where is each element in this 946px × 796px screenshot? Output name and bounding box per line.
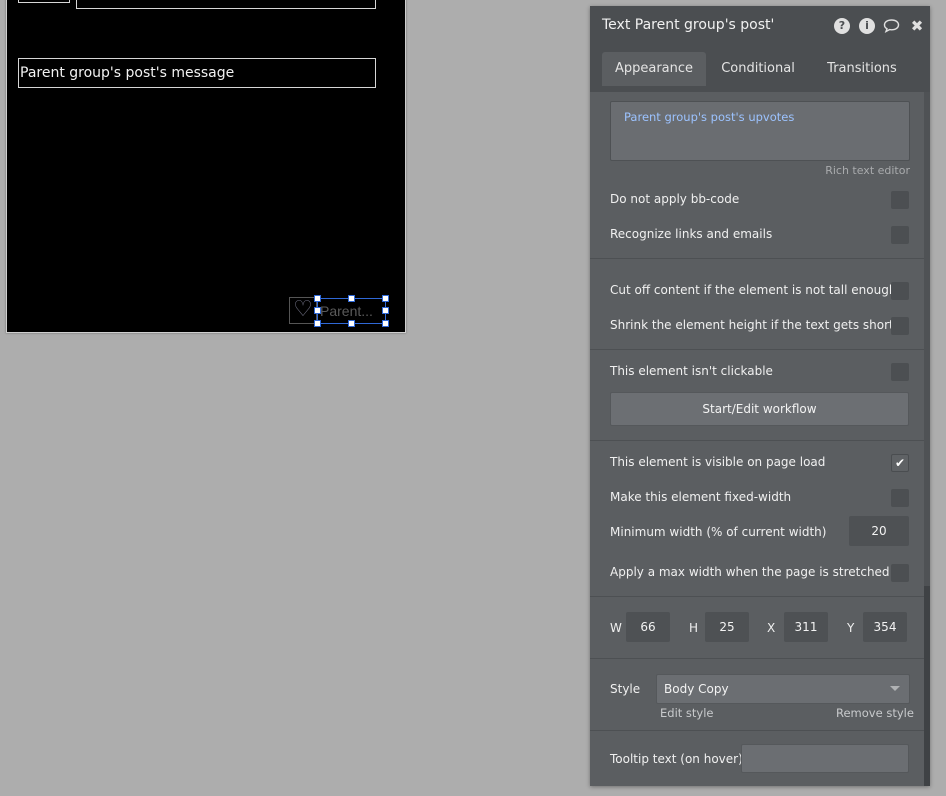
resize-handle-bottom[interactable] bbox=[348, 320, 355, 327]
section-divider bbox=[590, 596, 924, 597]
panel-header[interactable]: Text Parent group's post' ? i ✖ bbox=[590, 6, 930, 46]
resize-handle-bottom-left[interactable] bbox=[314, 320, 321, 327]
checkbox-recognize-links[interactable] bbox=[891, 226, 909, 244]
y-input[interactable]: 354 bbox=[863, 612, 907, 642]
style-label: Style bbox=[610, 682, 641, 696]
tab-appearance[interactable]: Appearance bbox=[602, 52, 706, 86]
heart-icon[interactable]: ♡ bbox=[289, 297, 317, 324]
x-label: X bbox=[767, 621, 776, 635]
canvas-element-top-left[interactable] bbox=[18, 0, 70, 3]
option-label-shrink: Shrink the element height if the text ge… bbox=[610, 318, 907, 332]
min-width-input[interactable]: 20 bbox=[849, 516, 909, 546]
width-input[interactable]: 66 bbox=[626, 612, 670, 642]
rich-text-editor-link[interactable]: Rich text editor bbox=[825, 164, 910, 177]
resize-handle-right[interactable] bbox=[382, 307, 389, 314]
help-icon[interactable]: ? bbox=[834, 18, 850, 34]
scrollbar-thumb[interactable] bbox=[924, 586, 930, 786]
section-divider bbox=[590, 730, 924, 731]
option-label-fixed-width: Make this element fixed-width bbox=[610, 490, 792, 504]
height-input[interactable]: 25 bbox=[705, 612, 749, 642]
checkbox-fixed-width[interactable] bbox=[891, 489, 909, 507]
checkbox-not-clickable[interactable] bbox=[891, 363, 909, 381]
canvas-group-element[interactable]: Parent group's post's message ♡ Parent..… bbox=[6, 0, 406, 333]
tab-bar: Appearance Conditional Transitions bbox=[590, 46, 930, 92]
width-label: W bbox=[610, 621, 622, 635]
panel-title: Text Parent group's post' bbox=[602, 17, 775, 33]
dynamic-expression[interactable]: Parent group's post's upvotes bbox=[624, 110, 794, 124]
option-label-cut-off: Cut off content if the element is not ta… bbox=[610, 283, 897, 297]
close-icon[interactable]: ✖ bbox=[909, 18, 925, 34]
canvas-message-text[interactable]: Parent group's post's message bbox=[18, 58, 376, 88]
height-label: H bbox=[689, 621, 699, 635]
option-label-visible-on-load: This element is visible on page load bbox=[610, 455, 826, 469]
option-label-not-clickable: This element isn't clickable bbox=[610, 364, 773, 378]
dynamic-text-editor[interactable]: Parent group's post's upvotes bbox=[610, 101, 910, 161]
section-divider bbox=[590, 658, 924, 659]
checkbox-cut-off[interactable] bbox=[891, 282, 909, 300]
resize-handle-bottom-right[interactable] bbox=[382, 320, 389, 327]
resize-handle-left[interactable] bbox=[314, 307, 321, 314]
start-edit-workflow-button[interactable]: Start/Edit workflow bbox=[610, 392, 909, 426]
chevron-down-icon bbox=[890, 686, 900, 691]
property-editor-panel: Text Parent group's post' ? i ✖ Appearan… bbox=[590, 6, 930, 786]
edit-style-link[interactable]: Edit style bbox=[660, 706, 714, 720]
tab-conditional[interactable]: Conditional bbox=[708, 52, 808, 86]
tooltip-input[interactable] bbox=[741, 744, 909, 773]
canvas-element-top-input[interactable] bbox=[76, 0, 376, 9]
resize-handle-top[interactable] bbox=[348, 295, 355, 302]
resize-handle-top-left[interactable] bbox=[314, 295, 321, 302]
section-divider bbox=[590, 440, 924, 441]
tab-transitions[interactable]: Transitions bbox=[812, 52, 912, 86]
checkbox-max-width[interactable] bbox=[891, 564, 909, 582]
y-label: Y bbox=[847, 621, 855, 635]
section-divider bbox=[590, 258, 924, 259]
resize-handle-top-right[interactable] bbox=[382, 295, 389, 302]
checkbox-shrink[interactable] bbox=[891, 317, 909, 335]
option-label-max-width: Apply a max width when the page is stret… bbox=[610, 565, 890, 579]
tooltip-label: Tooltip text (on hover) bbox=[610, 752, 743, 766]
x-input[interactable]: 311 bbox=[784, 612, 828, 642]
checkbox-visible-on-load[interactable]: ✔ bbox=[891, 454, 909, 472]
remove-style-link[interactable]: Remove style bbox=[836, 706, 914, 720]
option-label-min-width: Minimum width (% of current width) bbox=[610, 525, 827, 539]
option-label-no-bbcode: Do not apply bb-code bbox=[610, 192, 740, 206]
comment-icon[interactable] bbox=[883, 18, 900, 34]
style-selected-value: Body Copy bbox=[664, 682, 729, 696]
option-label-recognize-links: Recognize links and emails bbox=[610, 227, 773, 241]
style-dropdown[interactable]: Body Copy bbox=[656, 674, 910, 704]
info-icon[interactable]: i bbox=[859, 18, 875, 34]
section-divider bbox=[590, 349, 924, 350]
checkbox-no-bbcode[interactable] bbox=[891, 191, 909, 209]
